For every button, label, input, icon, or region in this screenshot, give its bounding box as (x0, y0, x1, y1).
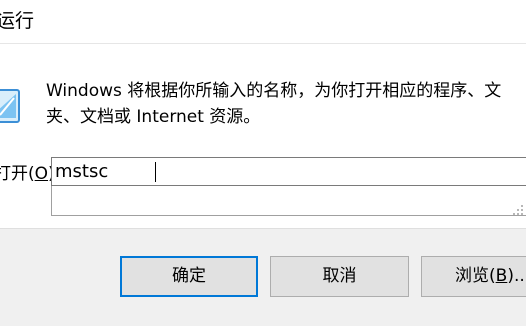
autocomplete-dropdown[interactable] (51, 186, 526, 216)
run-dialog: 运行 Windows 将根据你所输入的名称，为你打开相应的程序、文 夹、文档或 … (0, 0, 526, 326)
description-line-2: 夹、文档或 Internet 资源。 (46, 107, 261, 127)
run-icon (0, 88, 20, 124)
resize-grip-icon[interactable] (512, 201, 524, 215)
window-title: 运行 (0, 10, 35, 32)
open-input[interactable] (52, 158, 522, 185)
title-bar[interactable]: 运行 (0, 0, 526, 44)
open-label-prefix: 打开( (0, 164, 35, 184)
browse-label-prefix: 浏览( (455, 266, 496, 286)
dialog-description: Windows 将根据你所输入的名称，为你打开相应的程序、文 夹、文档或 Int… (46, 78, 526, 130)
browse-button[interactable]: 浏览(B)... (421, 256, 526, 297)
open-combobox[interactable] (51, 157, 526, 186)
description-line-1: Windows 将根据你所输入的名称，为你打开相应的程序、文 (46, 81, 502, 101)
browse-label-accesskey: B (495, 266, 508, 286)
text-caret (155, 162, 156, 182)
browse-label-suffix: )... (507, 266, 526, 286)
open-label-accesskey: O (34, 164, 49, 184)
ok-button[interactable]: 确定 (120, 256, 258, 297)
cancel-button[interactable]: 取消 (270, 256, 409, 297)
